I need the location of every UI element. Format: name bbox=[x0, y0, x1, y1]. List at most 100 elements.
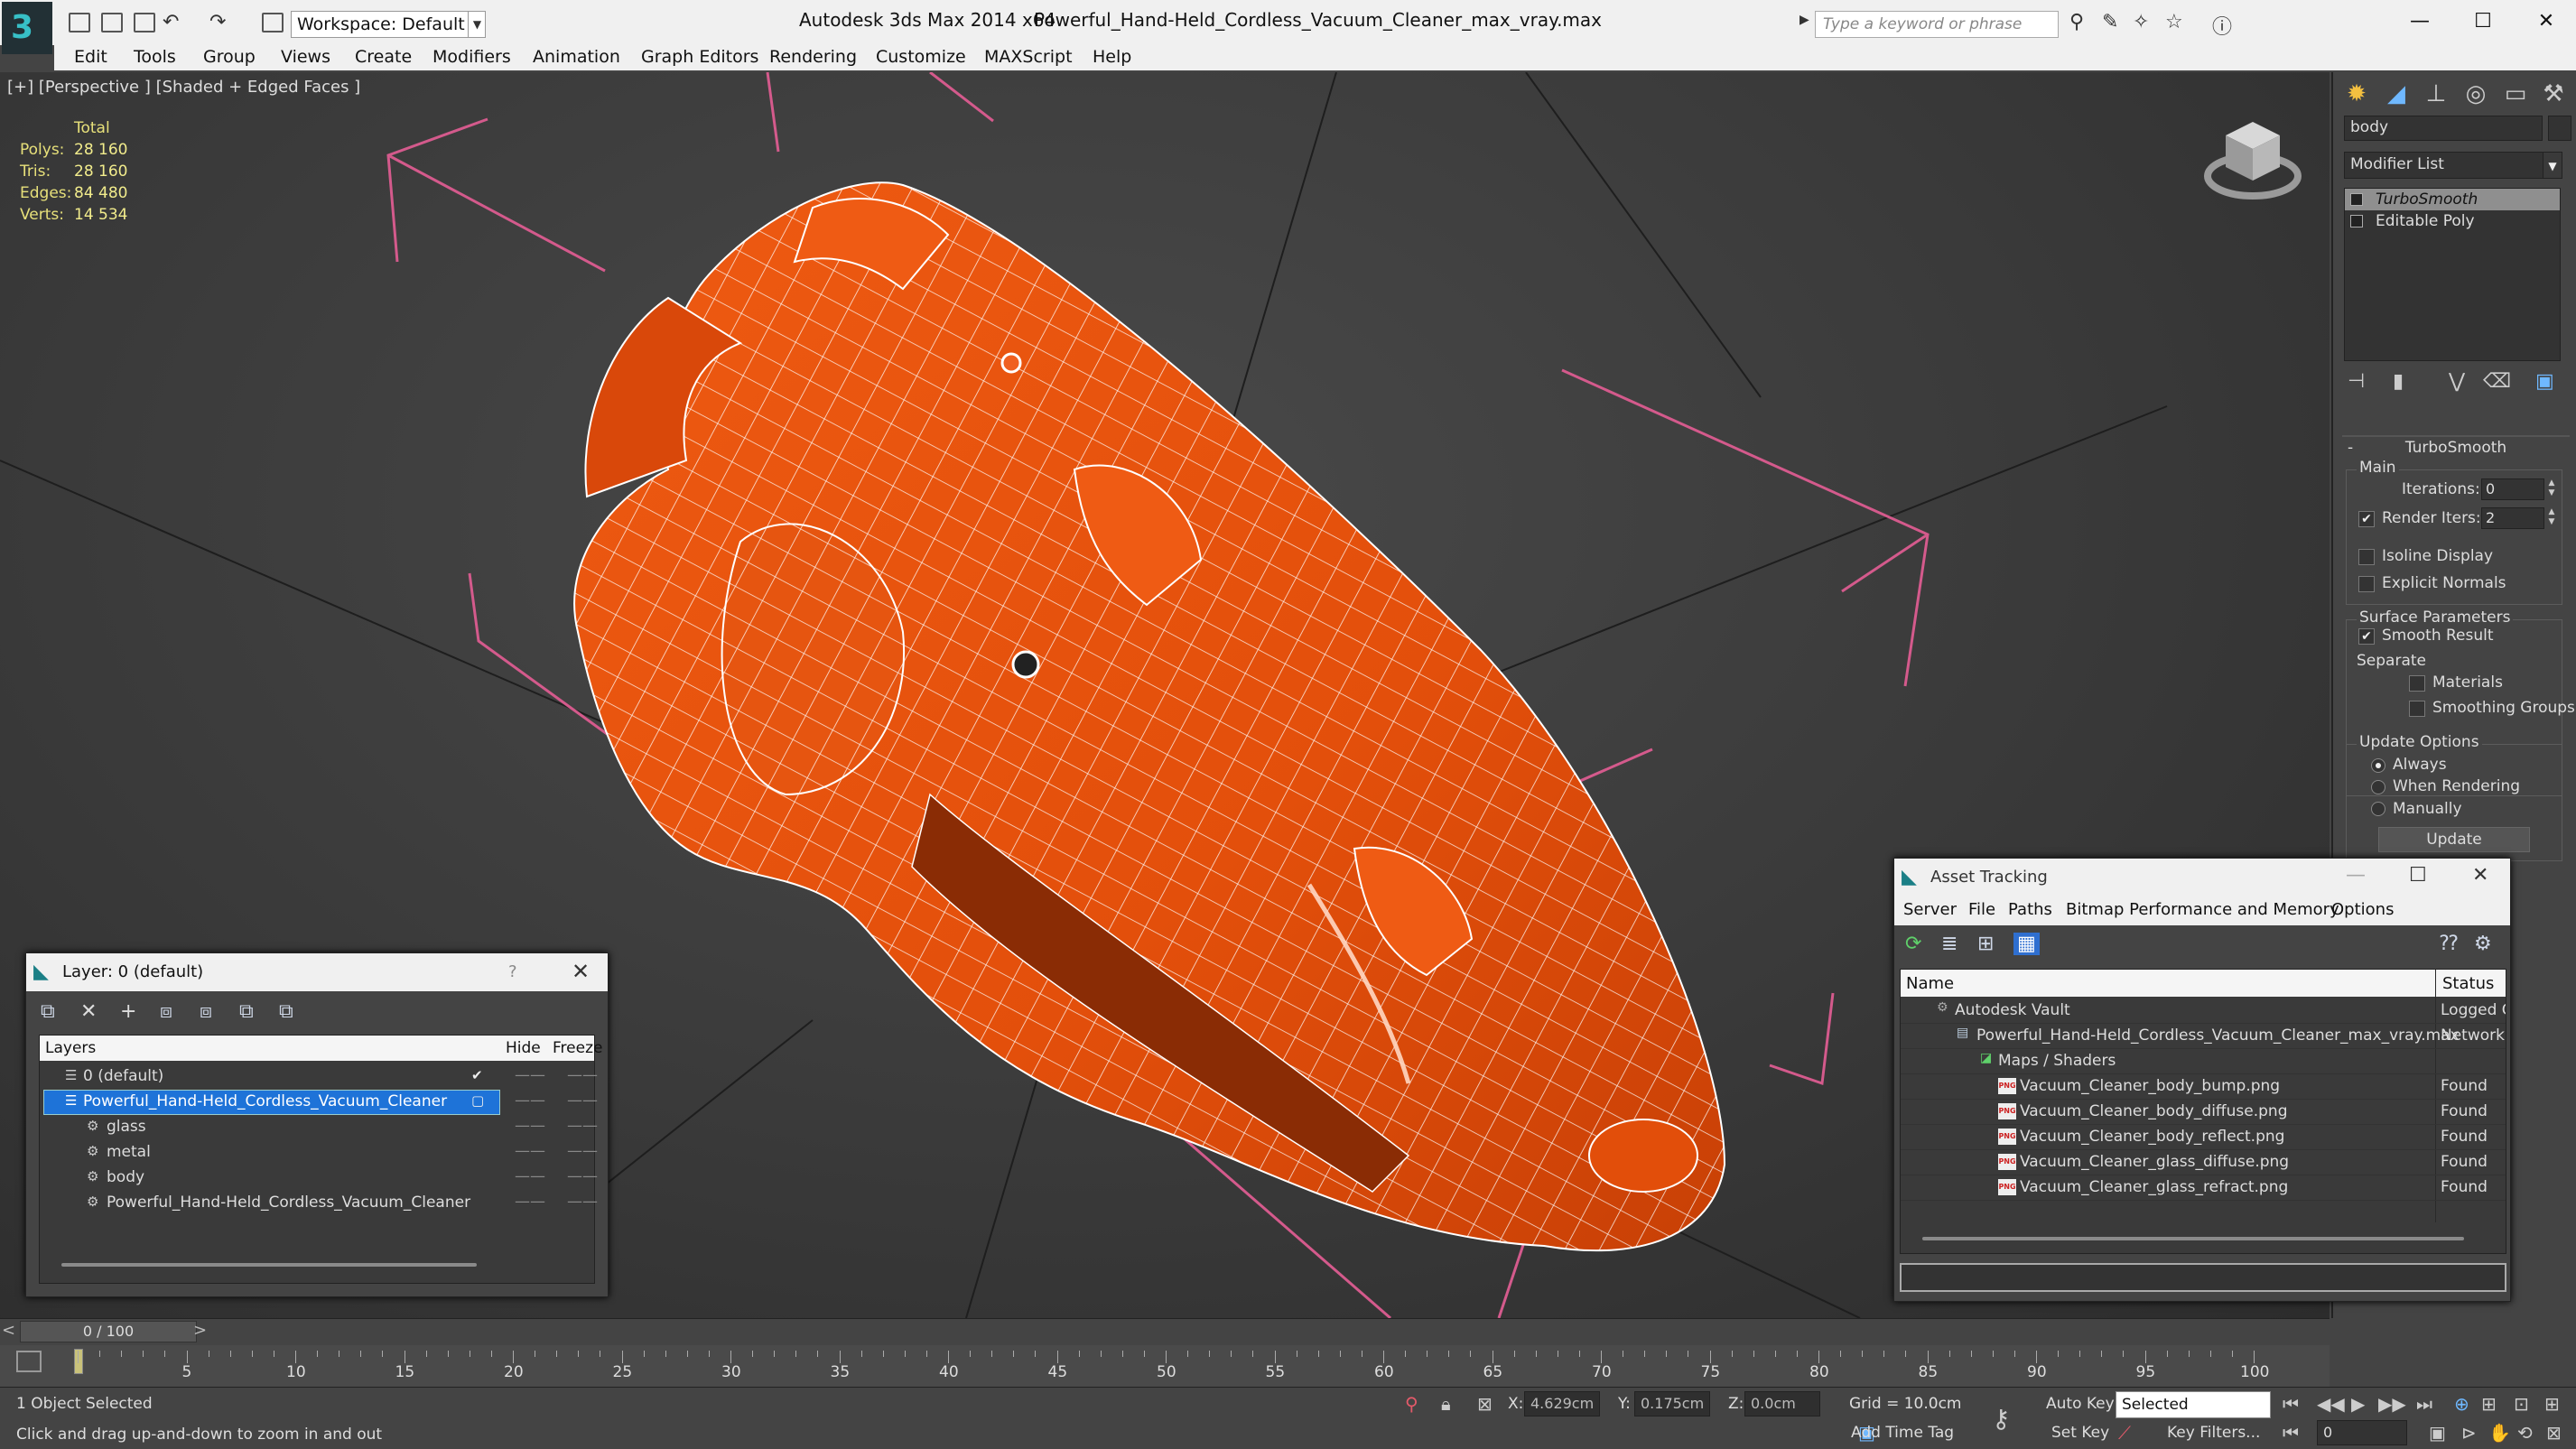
field-of-view-icon[interactable]: ⊳ bbox=[2461, 1422, 2477, 1444]
add-time-tag[interactable]: Add Time Tag bbox=[1851, 1424, 1954, 1442]
menu-server[interactable]: Server bbox=[1903, 900, 1957, 919]
isoline-display-checkbox[interactable] bbox=[2358, 549, 2375, 565]
spinner-arrows-icon[interactable]: ▲ ▼ bbox=[2546, 478, 2557, 500]
curve-editor-icon[interactable] bbox=[16, 1351, 42, 1372]
modifier-list-dropdown[interactable]: Modifier List bbox=[2344, 152, 2561, 179]
grid-view-icon[interactable]: ▦ bbox=[2013, 933, 2040, 955]
create-tab-icon[interactable]: ✹ bbox=[2340, 78, 2373, 110]
orbit-icon[interactable]: ⟲ bbox=[2517, 1422, 2533, 1444]
table-view-icon[interactable]: ⊞ bbox=[1977, 933, 1994, 955]
horizontal-scrollbar[interactable] bbox=[61, 1263, 477, 1267]
key-filters-button[interactable]: Key Filters... bbox=[2167, 1424, 2260, 1442]
turbosmooth-rollout-header[interactable]: - TurboSmooth bbox=[2342, 435, 2570, 460]
hierarchy-tab-icon[interactable]: ⊥ bbox=[2420, 78, 2452, 110]
project-folder-icon[interactable] bbox=[262, 13, 284, 33]
menu-rendering[interactable]: Rendering bbox=[769, 45, 857, 69]
zoom-all-icon[interactable]: ⊞ bbox=[2481, 1393, 2497, 1415]
bulb-icon[interactable] bbox=[2350, 193, 2363, 206]
smooth-result-checkbox[interactable]: ✔ bbox=[2358, 628, 2375, 645]
menu-tools[interactable]: Tools bbox=[134, 45, 176, 69]
make-unique-icon[interactable]: ⋁ bbox=[2449, 370, 2465, 393]
hide-toggle[interactable]: —— bbox=[515, 1193, 545, 1211]
iterations-spinner[interactable]: 0 bbox=[2481, 478, 2544, 500]
time-configuration-icon[interactable]: ▣ bbox=[2429, 1422, 2446, 1444]
create-layer-icon[interactable]: ⧉ bbox=[41, 1000, 55, 1023]
hide-toggle[interactable]: —— bbox=[515, 1066, 545, 1084]
active-layer-check-icon[interactable]: ✔ bbox=[471, 1067, 483, 1083]
layer-row-default[interactable]: ☰ 0 (default) ✔ —— —— bbox=[40, 1064, 598, 1090]
asset-row-png[interactable]: PNG Vacuum_Cleaner_body_bump.png Found bbox=[1901, 1074, 2506, 1100]
vacuum-cleaner-model[interactable] bbox=[573, 181, 1726, 1252]
close-icon[interactable]: ✕ bbox=[2472, 864, 2488, 887]
utilities-tab-icon[interactable]: ⚒ bbox=[2537, 78, 2570, 110]
list-view-icon[interactable]: ≣ bbox=[1941, 933, 1958, 955]
maximize-viewport-icon[interactable]: ⊠ bbox=[2546, 1422, 2562, 1444]
object-row-metal[interactable]: ⚙ metal —— —— bbox=[40, 1140, 598, 1166]
hide-all-layers-icon[interactable]: ⧉ bbox=[239, 1000, 254, 1023]
modify-tab-icon[interactable]: ◢ bbox=[2380, 78, 2413, 110]
absolute-mode-icon[interactable]: ⊠ bbox=[1477, 1393, 1493, 1415]
x-coordinate-field[interactable]: 4.629cm bbox=[1524, 1391, 1600, 1416]
time-slider-thumb[interactable]: 0 / 100 bbox=[20, 1321, 197, 1342]
freeze-toggle[interactable]: —— bbox=[567, 1066, 598, 1084]
save-file-icon[interactable] bbox=[134, 13, 155, 33]
set-key-button[interactable]: Set Key bbox=[2051, 1424, 2109, 1442]
search-input[interactable]: Type a keyword or phrase bbox=[1815, 11, 2059, 38]
layer-dialog-titlebar[interactable]: ◣ Layer: 0 (default) ? ✕ bbox=[26, 953, 608, 991]
display-tab-icon[interactable]: ▭ bbox=[2499, 78, 2532, 110]
show-end-result-icon[interactable]: ▮ bbox=[2393, 370, 2404, 393]
render-iters-spinner[interactable]: 2 bbox=[2481, 507, 2544, 529]
menu-options[interactable]: Options bbox=[2331, 900, 2394, 919]
configure-modifier-sets-icon[interactable]: ▣ bbox=[2535, 370, 2554, 393]
menu-maxscript[interactable]: MAXScript bbox=[984, 45, 1073, 69]
time-cursor[interactable] bbox=[74, 1349, 83, 1374]
menu-views[interactable]: Views bbox=[281, 45, 330, 69]
communication-icon[interactable]: ✧ bbox=[2133, 11, 2149, 33]
zoom-extents-icon[interactable]: ⊡ bbox=[2514, 1393, 2529, 1415]
freeze-toggle[interactable]: —— bbox=[567, 1167, 598, 1185]
update-button[interactable]: Update bbox=[2378, 827, 2530, 852]
asset-row-scene-file[interactable]: ▤ Powerful_Hand-Held_Cordless_Vacuum_Cle… bbox=[1901, 1024, 2506, 1049]
menu-graph-editors[interactable]: Graph Editors bbox=[641, 45, 758, 69]
separate-smoothing-groups-checkbox[interactable] bbox=[2409, 701, 2425, 717]
minimize-icon[interactable]: — bbox=[2346, 864, 2366, 887]
y-coordinate-field[interactable]: 0.175cm bbox=[1634, 1391, 1710, 1416]
search-expand-icon[interactable]: ▶ bbox=[1799, 13, 1809, 27]
object-name-field[interactable]: body bbox=[2344, 116, 2543, 141]
stack-item-turbosmooth[interactable]: TurboSmooth bbox=[2345, 189, 2560, 210]
z-coordinate-field[interactable]: 0.0cm bbox=[1744, 1391, 1820, 1416]
hide-toggle[interactable]: —— bbox=[515, 1142, 545, 1160]
asset-row-vault[interactable]: ⚙ Autodesk Vault Logged O bbox=[1901, 999, 2506, 1024]
key-mode-icon[interactable]: ⟋ bbox=[2118, 1422, 2131, 1444]
asset-row-maps-shaders[interactable]: ◪ Maps / Shaders bbox=[1901, 1049, 2506, 1074]
separate-materials-checkbox[interactable] bbox=[2409, 675, 2425, 692]
subscription-icon[interactable]: ✎ bbox=[2102, 11, 2118, 33]
prev-frame-arrow[interactable]: < bbox=[2, 1321, 15, 1340]
help-icon[interactable]: ⓘ bbox=[2212, 11, 2232, 40]
menu-edit[interactable]: Edit bbox=[74, 45, 107, 69]
auto-key-button[interactable]: Auto Key bbox=[2046, 1395, 2115, 1413]
track-bar[interactable]: 5 10 15 20 25 30 35 40 45 50 55 60 65 70 75 80 85 90 95 100 bbox=[0, 1345, 2330, 1387]
minimize-button[interactable]: — bbox=[2388, 5, 2451, 38]
close-button[interactable]: ✕ bbox=[2515, 5, 2576, 38]
col-status[interactable]: Status bbox=[2442, 974, 2494, 993]
new-file-icon[interactable] bbox=[69, 13, 90, 33]
maximize-button[interactable]: ☐ bbox=[2451, 5, 2515, 38]
lock-selection-icon[interactable]: 🔒︎ bbox=[1441, 1393, 1451, 1415]
asset-row-png[interactable]: PNG Vacuum_Cleaner_body_diffuse.png Foun… bbox=[1901, 1100, 2506, 1125]
current-frame-field[interactable]: 0 bbox=[2317, 1420, 2407, 1445]
menu-bitmap-performance[interactable]: Bitmap Performance and Memory bbox=[2066, 900, 2339, 919]
next-frame-arrow[interactable]: > bbox=[193, 1321, 207, 1340]
go-to-end-icon[interactable]: ⏭ bbox=[2416, 1393, 2432, 1415]
asset-dialog-titlebar[interactable]: ◣ Asset Tracking — ☐ ✕ bbox=[1894, 859, 2510, 896]
col-layers[interactable]: Layers bbox=[45, 1039, 96, 1057]
go-to-start-icon[interactable]: ⏮ bbox=[2283, 1393, 2299, 1415]
menu-modifiers[interactable]: Modifiers bbox=[432, 45, 511, 69]
isolate-selection-icon[interactable]: ⚲ bbox=[1405, 1393, 1418, 1415]
spinner-arrows-icon[interactable]: ▲ ▼ bbox=[2546, 507, 2557, 529]
menu-customize[interactable]: Customize bbox=[876, 45, 966, 69]
remove-modifier-icon[interactable]: ⌫ bbox=[2483, 370, 2511, 393]
menu-file[interactable]: File bbox=[1968, 900, 1995, 919]
expand-icon[interactable] bbox=[2350, 215, 2363, 228]
app-logo[interactable]: 3 bbox=[2, 2, 52, 54]
